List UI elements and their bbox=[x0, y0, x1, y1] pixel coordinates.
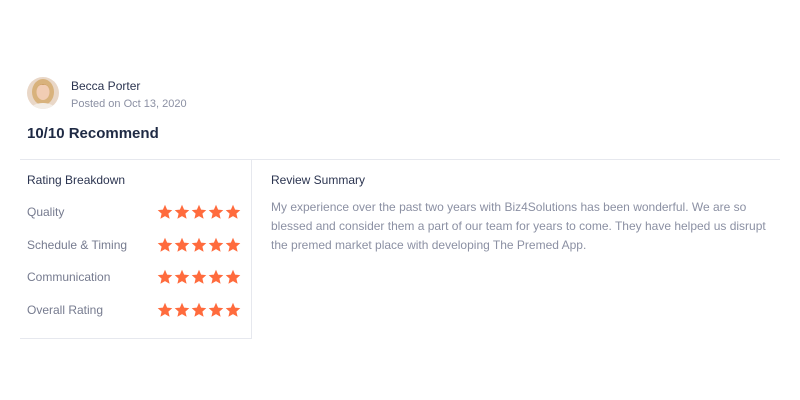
star-icon bbox=[191, 269, 207, 284]
star-rating bbox=[157, 237, 241, 253]
star-icon bbox=[208, 237, 224, 252]
star-icon bbox=[208, 302, 224, 317]
star-icon bbox=[191, 302, 207, 317]
rating-row: Schedule & Timing bbox=[27, 236, 241, 254]
review-summary-title: Review Summary bbox=[271, 173, 366, 187]
rating-label: Quality bbox=[27, 205, 65, 219]
star-icon bbox=[157, 237, 173, 252]
posted-date: Posted on Oct 13, 2020 bbox=[71, 98, 187, 110]
star-rating bbox=[157, 269, 241, 285]
star-rating bbox=[157, 302, 241, 318]
rating-label: Schedule & Timing bbox=[27, 238, 128, 252]
star-icon bbox=[208, 204, 224, 219]
star-icon bbox=[208, 269, 224, 284]
star-icon bbox=[157, 269, 173, 284]
rating-breakdown-title: Rating Breakdown bbox=[27, 173, 126, 187]
review-summary-text: My experience over the past two years wi… bbox=[271, 200, 766, 252]
star-icon bbox=[157, 302, 173, 317]
star-icon bbox=[174, 302, 190, 317]
star-icon bbox=[225, 237, 241, 252]
rating-label: Overall Rating bbox=[27, 303, 104, 317]
star-icon bbox=[225, 302, 241, 317]
rating-label: Communication bbox=[27, 270, 111, 284]
avatar bbox=[27, 77, 59, 109]
recommend-headline: 10/10 Recommend bbox=[27, 125, 159, 142]
star-icon bbox=[174, 269, 190, 284]
star-rating bbox=[157, 204, 241, 220]
star-icon bbox=[191, 204, 207, 219]
star-icon bbox=[225, 269, 241, 284]
review-card: Becca Porter Posted on Oct 13, 2020 10/1… bbox=[0, 0, 800, 400]
rating-row: Communication bbox=[27, 268, 241, 286]
star-icon bbox=[174, 237, 190, 252]
star-icon bbox=[191, 237, 207, 252]
reviewer-header: Becca Porter Posted on Oct 13, 2020 bbox=[27, 77, 187, 112]
reviewer-name: Becca Porter bbox=[71, 79, 141, 93]
star-icon bbox=[225, 204, 241, 219]
star-icon bbox=[174, 204, 190, 219]
rating-row: Quality bbox=[27, 203, 241, 221]
rating-row: Overall Rating bbox=[27, 301, 241, 319]
rating-breakdown: Rating Breakdown Quality Schedule & Timin… bbox=[20, 160, 252, 339]
star-icon bbox=[157, 204, 173, 219]
